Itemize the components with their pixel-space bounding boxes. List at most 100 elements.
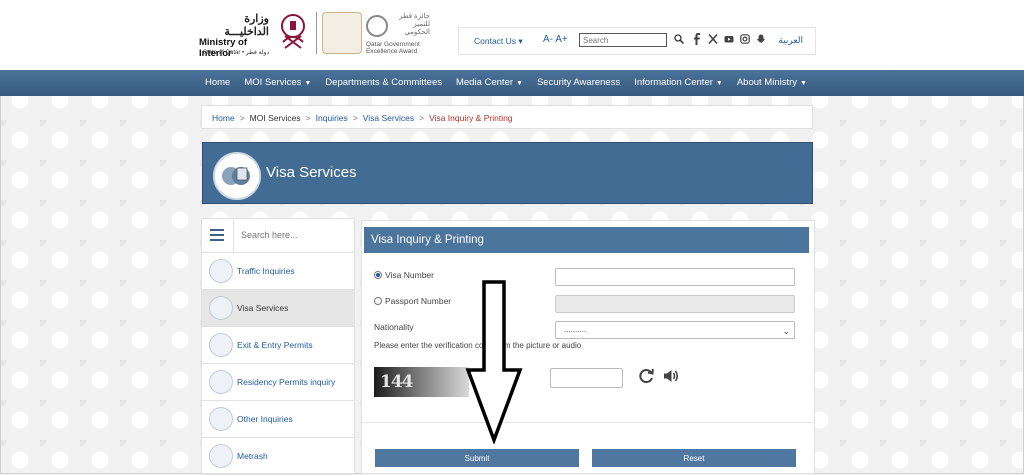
- arrow-down-icon: [465, 280, 523, 444]
- sidebar-items: Traffic Inquiries Visa Services Exit & Ent…: [202, 253, 354, 475]
- passport-number-input: [555, 295, 795, 313]
- sidebar-item-label: Metrash: [237, 451, 268, 461]
- form-title: Visa Inquiry & Printing: [364, 227, 809, 253]
- award-arabic-text: جائزة قطر للتميز الحكومي: [399, 13, 430, 36]
- nationality-value: ..........: [564, 325, 587, 334]
- breadcrumb: Home > MOI Services > Inquiries > Visa Service…: [201, 105, 813, 129]
- nav-item-moi-services[interactable]: MOI Services ▼: [237, 70, 318, 97]
- passport-number-radio[interactable]: [374, 297, 382, 305]
- sidebar-item-traffic-inquiries[interactable]: Traffic Inquiries: [202, 253, 354, 290]
- sidebar-item-exit-entry-permits[interactable]: Exit & Entry Permits: [202, 327, 354, 364]
- sidebar-item-other-inquiries[interactable]: Other Inquiries: [202, 401, 354, 438]
- traffic-light-icon: [209, 259, 233, 283]
- visa-icon: [209, 296, 233, 320]
- breadcrumb-separator: >: [419, 113, 425, 123]
- snapchat-icon[interactable]: [756, 33, 766, 45]
- visa-services-icon: [213, 152, 261, 200]
- sidebar-item-residency-permits-inquiry[interactable]: Residency Permits inquiry: [202, 364, 354, 401]
- breadcrumb-visa-services[interactable]: Visa Services: [363, 113, 414, 123]
- menu-icon[interactable]: [210, 229, 224, 241]
- breadcrumb-inquiries[interactable]: Inquiries: [316, 113, 348, 123]
- social-links: [692, 33, 766, 45]
- search-icon[interactable]: [674, 34, 684, 44]
- speaker-icon[interactable]: [662, 367, 680, 385]
- breadcrumb-home[interactable]: Home: [212, 113, 235, 123]
- nav-item-security-awareness[interactable]: Security Awareness: [530, 70, 627, 97]
- contact-us-dropdown[interactable]: Contact Us ▾: [474, 36, 523, 47]
- nav-item-information-center[interactable]: Information Center ▼: [627, 70, 730, 97]
- sidebar-item-metrash[interactable]: Metrash: [202, 438, 354, 475]
- x-icon[interactable]: [708, 33, 718, 45]
- chevron-down-icon: ▼: [516, 80, 523, 87]
- nav-item-label: Security Awareness: [536, 77, 621, 88]
- nav-item-label: Information Center: [634, 77, 713, 88]
- logo-subtitle: State of Qatar • دولة قطر: [203, 50, 270, 56]
- visa-number-option[interactable]: Visa Number: [374, 270, 434, 280]
- award-english-text: Qatar Government Excellence Award: [366, 41, 420, 55]
- contact-us-label: Contact Us: [474, 36, 517, 46]
- breadcrumb-separator: >: [305, 113, 311, 123]
- sidebar: Traffic Inquiries Visa Services Exit & Ent…: [201, 218, 355, 475]
- submit-button[interactable]: Submit: [375, 449, 579, 467]
- sidebar-item-label: Exit & Entry Permits: [237, 340, 313, 350]
- nav-item-departments-committees[interactable]: Departments & Committees: [318, 70, 449, 97]
- breadcrumb-current: Visa Inquiry & Printing: [429, 113, 513, 123]
- visa-number-label: Visa Number: [385, 270, 434, 280]
- page-title: Visa Services: [266, 164, 357, 181]
- form-divider: [362, 422, 814, 423]
- sidebar-search-divider: [233, 219, 234, 252]
- excellence-award-logo: جائزة قطر للتميز الحكومي Qatar Governmen…: [366, 13, 430, 55]
- nav-item-media-center[interactable]: Media Center ▼: [449, 70, 530, 97]
- breadcrumb-separator: >: [352, 113, 358, 123]
- sidebar-search-input[interactable]: [239, 229, 348, 241]
- page-banner: Visa Services: [202, 142, 813, 204]
- breadcrumb-moi-services[interactable]: MOI Services: [250, 113, 301, 123]
- captcha-text: 144: [380, 372, 413, 392]
- chevron-down-icon: ▾: [518, 36, 523, 46]
- residency-icon: [209, 370, 233, 394]
- breadcrumb-separator: >: [239, 113, 245, 123]
- info-icon: [209, 407, 233, 431]
- captcha-image: 144: [374, 367, 469, 397]
- nav-item-home[interactable]: Home: [198, 70, 237, 97]
- chevron-down-icon: ▼: [800, 80, 807, 87]
- refresh-icon[interactable]: [637, 367, 655, 385]
- nav-item-label: Media Center: [455, 77, 514, 88]
- chevron-down-icon: ▼: [304, 80, 312, 87]
- utility-bar: Contact Us ▾ A- A+ العربية: [458, 27, 816, 55]
- sidebar-item-label: Residency Permits inquiry: [237, 377, 336, 387]
- qatar-emblem-icon: [281, 14, 305, 49]
- sidebar-item-visa-services[interactable]: Visa Services: [202, 290, 354, 327]
- passport-number-option[interactable]: Passport Number: [374, 296, 451, 306]
- nav-item-label: About Ministry: [736, 77, 798, 88]
- reset-button[interactable]: Reset: [592, 449, 796, 467]
- captcha-input[interactable]: [550, 368, 623, 388]
- metrash-icon: [209, 444, 233, 468]
- text-size-controls[interactable]: A- A+: [543, 34, 568, 45]
- nationality-select[interactable]: .......... ⌄: [555, 321, 795, 339]
- passport-number-label: Passport Number: [385, 296, 452, 306]
- award-seal-icon: [322, 12, 362, 54]
- sidebar-item-label: Visa Services: [237, 303, 289, 313]
- sidebar-item-label: Other Inquiries: [237, 414, 293, 424]
- visa-inquiry-form: Visa Inquiry & Printing Visa Number Pass…: [361, 220, 815, 474]
- nav-item-label: MOI Services: [244, 77, 302, 88]
- chevron-down-icon: ▼: [715, 80, 723, 87]
- visa-number-radio[interactable]: [374, 271, 382, 279]
- facebook-icon[interactable]: [692, 33, 702, 45]
- language-switch[interactable]: العربية: [778, 35, 803, 46]
- header-divider: [316, 12, 317, 54]
- award-ring-icon: [366, 15, 388, 37]
- chevron-down-icon: ⌄: [782, 326, 790, 336]
- passport-icon: [209, 333, 233, 357]
- nav-list: Home MOI Services ▼ Departments & Committee…: [198, 70, 814, 97]
- nav-item-about-ministry[interactable]: About Ministry ▼: [730, 70, 814, 97]
- visa-number-input[interactable]: [555, 268, 795, 286]
- logo-arabic-text: وزارة الداخليـــة: [224, 12, 269, 38]
- site-search-input[interactable]: [579, 33, 667, 47]
- youtube-icon[interactable]: [724, 33, 734, 45]
- sidebar-item-label: Traffic Inquiries: [237, 266, 295, 276]
- main-navigation: Home MOI Services ▼ Departments & Committee…: [0, 70, 1024, 96]
- instagram-icon[interactable]: [740, 33, 750, 45]
- nav-item-label: Home: [205, 77, 231, 88]
